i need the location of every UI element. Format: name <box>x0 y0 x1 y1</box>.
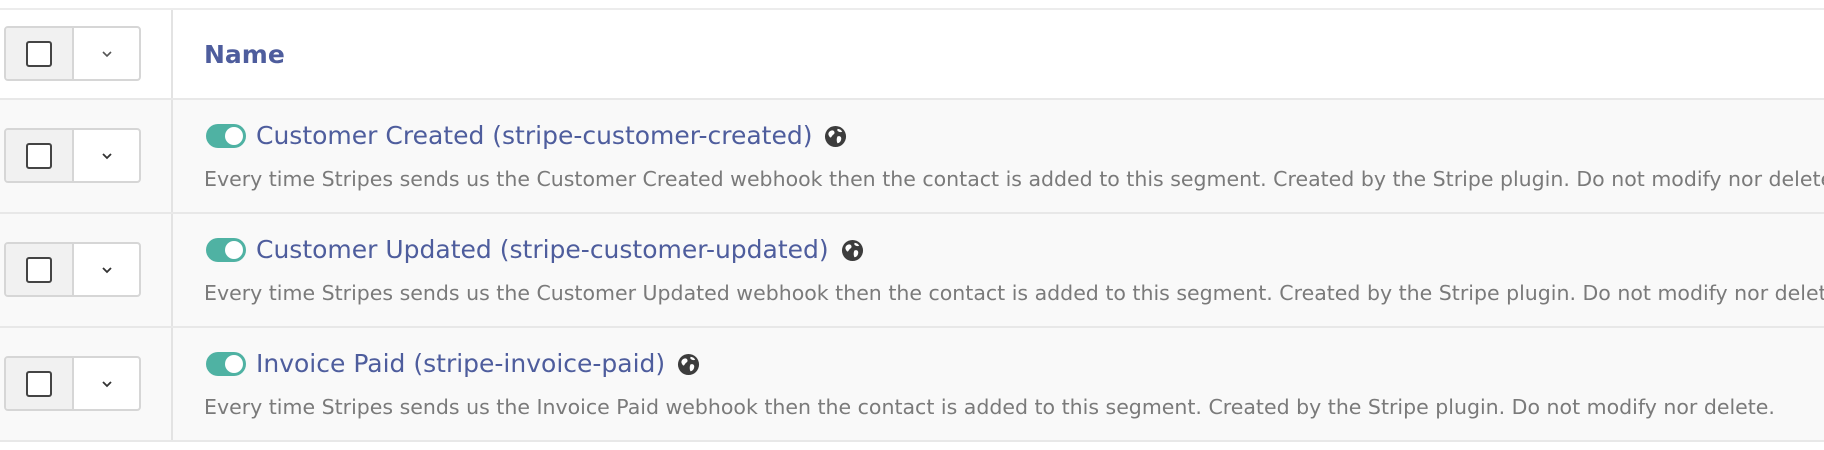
table-header-row: Name <box>0 10 1824 100</box>
bulk-actions-dropdown[interactable] <box>74 28 139 79</box>
row-select-cell <box>0 100 173 212</box>
table-row: Invoice Paid (stripe-invoice-paid) Every… <box>0 328 1824 442</box>
segment-description: Every time Stripes sends us the Customer… <box>204 167 1824 191</box>
chevron-down-icon <box>101 152 112 159</box>
chevron-down-icon <box>101 380 112 387</box>
name-column-header[interactable]: Name <box>204 40 285 70</box>
select-all-checkbox-wrapper[interactable] <box>6 28 74 79</box>
publish-toggle[interactable] <box>206 124 246 148</box>
toggle-knob <box>225 241 243 259</box>
row-actions-dropdown[interactable] <box>74 358 139 409</box>
toggle-knob <box>225 355 243 373</box>
table-row: Customer Updated (stripe-customer-update… <box>0 214 1824 328</box>
segment-name-link[interactable]: Invoice Paid (stripe-invoice-paid) <box>256 349 665 379</box>
publish-toggle[interactable] <box>206 352 246 376</box>
row-checkbox-wrapper[interactable] <box>6 130 74 181</box>
segment-description: Every time Stripes sends us the Invoice … <box>204 395 1775 419</box>
segment-description: Every time Stripes sends us the Customer… <box>204 281 1824 305</box>
row-action-button-group <box>4 242 141 297</box>
row-actions-dropdown[interactable] <box>74 130 139 181</box>
chevron-down-icon <box>101 50 112 57</box>
select-all-checkbox[interactable] <box>26 40 52 67</box>
segment-title-line: Invoice Paid (stripe-invoice-paid) <box>206 344 700 384</box>
row-action-button-group <box>4 356 141 411</box>
globe-icon <box>678 353 700 375</box>
segment-name-link[interactable]: Customer Updated (stripe-customer-update… <box>256 235 829 265</box>
row-checkbox-wrapper[interactable] <box>6 244 74 295</box>
row-select-cell <box>0 328 173 440</box>
segment-title-line: Customer Updated (stripe-customer-update… <box>206 230 864 270</box>
segment-name-link[interactable]: Customer Created (stripe-customer-create… <box>256 121 812 151</box>
row-actions-dropdown[interactable] <box>74 244 139 295</box>
row-action-button-group <box>4 128 141 183</box>
select-column-header <box>0 10 173 98</box>
table-row: Customer Created (stripe-customer-create… <box>0 100 1824 214</box>
row-checkbox[interactable] <box>26 142 52 169</box>
publish-toggle[interactable] <box>206 238 246 262</box>
bulk-select-button-group <box>4 26 141 81</box>
toggle-knob <box>225 127 243 145</box>
globe-icon <box>841 239 863 261</box>
segments-table: Name Customer Created (stripe-customer-c… <box>0 0 1824 450</box>
segment-title-line: Customer Created (stripe-customer-create… <box>206 116 847 156</box>
row-select-cell <box>0 214 173 326</box>
row-checkbox[interactable] <box>26 370 52 397</box>
globe-icon <box>825 125 847 147</box>
row-checkbox[interactable] <box>26 256 52 283</box>
chevron-down-icon <box>101 266 112 273</box>
row-checkbox-wrapper[interactable] <box>6 358 74 409</box>
